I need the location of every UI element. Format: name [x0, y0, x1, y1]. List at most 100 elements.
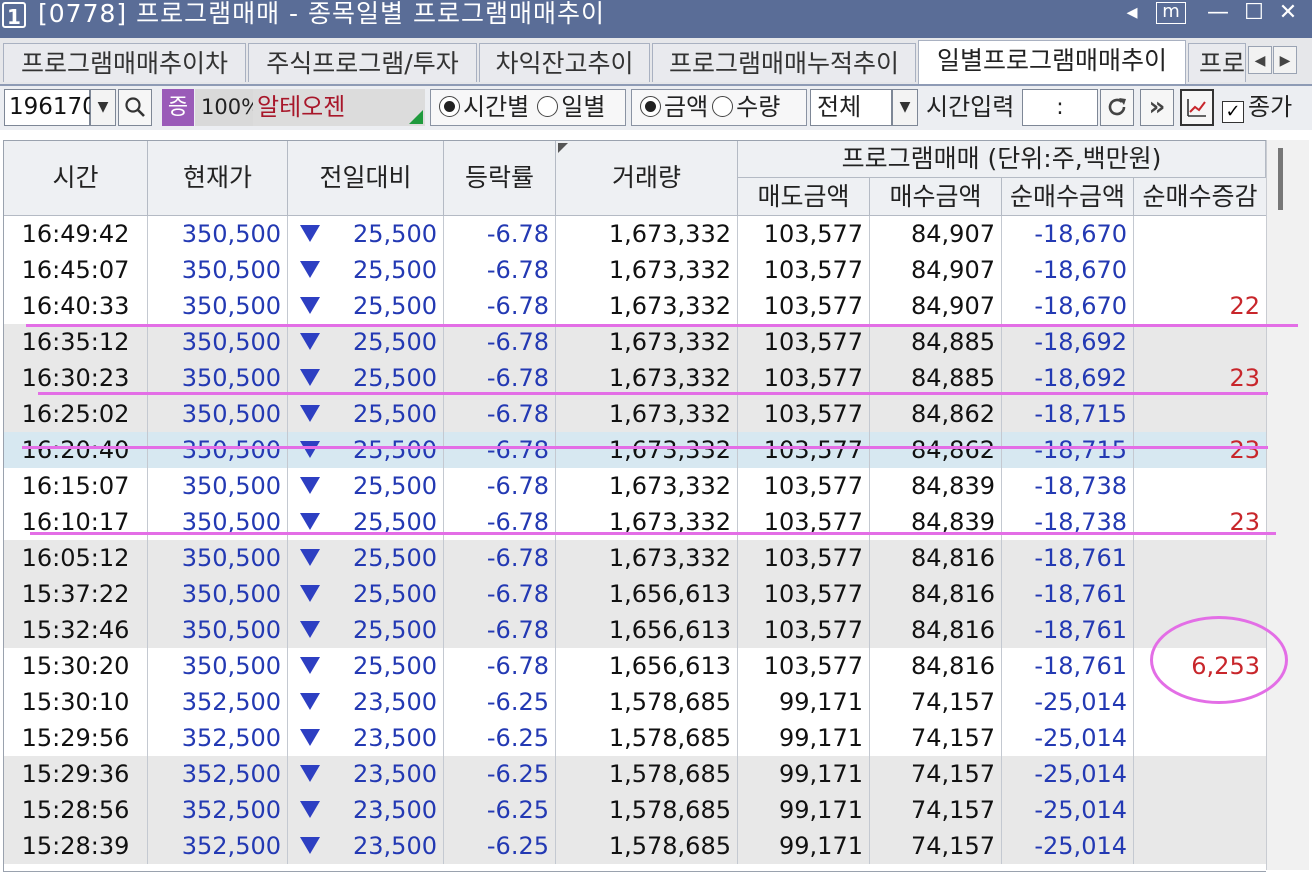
table-row[interactable]: 15:29:56 352,500 23,500 -6.25 1,578,685 99,17…: [4, 720, 1266, 756]
table-row[interactable]: 15:29:36 352,500 23,500 -6.25 1,578,685 99,17…: [4, 756, 1266, 792]
table-row[interactable]: 16:30:23 350,500 25,500 -6.78 1,673,332 103,5…: [4, 360, 1266, 396]
cell-delta: 22: [1229, 292, 1260, 320]
vertical-scrollbar[interactable]: [1266, 140, 1309, 870]
change-value: 25,500: [353, 328, 437, 356]
change-value: 25,500: [353, 364, 437, 392]
refresh-icon[interactable]: [1100, 89, 1134, 126]
cell-volume: 1,673,332: [556, 360, 738, 396]
tab-program-trend-diff[interactable]: 프로그램매매추이차: [3, 43, 246, 82]
radio-by-day[interactable]: 일별: [529, 93, 605, 121]
col-header-price[interactable]: 현재가: [148, 141, 288, 216]
table-row[interactable]: 15:32:46 350,500 25,500 -6.78 1,656,613 103,5…: [4, 612, 1266, 648]
close-price-toggle[interactable]: ✓ 종가: [1222, 89, 1292, 126]
tab-program-cumulative[interactable]: 프로그램매매누적추이: [652, 43, 916, 82]
table-row[interactable]: 15:28:56 352,500 23,500 -6.25 1,578,685 99,17…: [4, 792, 1266, 828]
cell-change: 23,500: [288, 684, 444, 720]
change-value: 25,500: [353, 436, 437, 464]
change-value: 23,500: [353, 832, 437, 860]
table-row[interactable]: 16:20:40 350,500 25,500 -6.78 1,673,332 103,5…: [4, 432, 1266, 468]
cell-sell: 103,577: [738, 324, 870, 360]
table-row[interactable]: 16:40:33 350,500 25,500 -6.78 1,673,332 103,5…: [4, 288, 1266, 324]
tab-scroll-right-icon[interactable]: ▶: [1273, 46, 1297, 74]
tab-stock-program-investor[interactable]: 주식프로그램/투자: [248, 43, 477, 82]
cell-price: 350,500: [148, 252, 288, 288]
down-triangle-icon: [300, 585, 320, 602]
col-header-sell[interactable]: 매도금액: [738, 178, 870, 216]
filter-select[interactable]: 전체: [810, 89, 892, 126]
cell-buy: 84,862: [870, 396, 1002, 432]
maximize-button[interactable]: ☐: [1240, 0, 1268, 30]
cell-buy: 74,157: [870, 756, 1002, 792]
cell-net: -18,670: [1002, 216, 1134, 252]
cell-price: 350,500: [148, 576, 288, 612]
time-input[interactable]: :: [1022, 89, 1098, 126]
table-row[interactable]: 15:37:22 350,500 25,500 -6.78 1,656,613 103,5…: [4, 576, 1266, 612]
col-header-volume[interactable]: 거래량: [556, 141, 738, 216]
cell-change: 23,500: [288, 756, 444, 792]
table-row[interactable]: 16:45:07 350,500 25,500 -6.78 1,673,332 103,5…: [4, 252, 1266, 288]
down-triangle-icon: [300, 513, 320, 530]
col-header-rate[interactable]: 등락률: [444, 141, 556, 216]
cell-time: 15:28:56: [4, 792, 148, 828]
col-header-time[interactable]: 시간: [4, 141, 148, 216]
radio-by-time[interactable]: 시간별: [431, 93, 529, 121]
col-header-net[interactable]: 순매수금액: [1002, 178, 1134, 216]
table-row[interactable]: 15:28:39 352,500 23,500 -6.25 1,578,685 99,17…: [4, 828, 1266, 864]
cell-rate: -6.78: [444, 612, 556, 648]
down-triangle-icon: [300, 693, 320, 710]
minimize-button[interactable]: —: [1204, 0, 1232, 30]
cell-sell: 103,577: [738, 396, 870, 432]
double-chevron-icon[interactable]: »: [1140, 89, 1174, 126]
annotation-line: [30, 532, 1276, 535]
tab-daily-program-trend[interactable]: 일별프로그램매매추이: [918, 40, 1186, 84]
change-value: 25,500: [353, 652, 437, 680]
cell-buy: 84,816: [870, 648, 1002, 684]
cell-buy: 84,885: [870, 324, 1002, 360]
table-row[interactable]: 16:35:12 350,500 25,500 -6.78 1,673,332 103,5…: [4, 324, 1266, 360]
cell-delta: 23: [1229, 364, 1260, 392]
search-icon[interactable]: [118, 89, 152, 126]
cell-buy: 84,816: [870, 540, 1002, 576]
scroll-thumb[interactable]: [1278, 148, 1283, 210]
cell-time: 16:40:33: [4, 288, 148, 324]
tab-program-more[interactable]: 프로그: [1188, 43, 1246, 82]
stock-code-dropdown-icon[interactable]: ▼: [90, 89, 116, 126]
tab-scroll-left-icon[interactable]: ◀: [1248, 46, 1272, 74]
col-header-change[interactable]: 전일대비: [288, 141, 444, 216]
radio-quantity[interactable]: 수량: [708, 93, 780, 121]
collapse-arrow-icon[interactable]: ◂: [1120, 0, 1144, 30]
cell-buy: 84,816: [870, 576, 1002, 612]
table-row[interactable]: 15:30:10 352,500 23,500 -6.25 1,578,685 99,17…: [4, 684, 1266, 720]
cell-net: -25,014: [1002, 756, 1134, 792]
cell-delta: [1134, 720, 1266, 756]
cell-buy: 84,907: [870, 288, 1002, 324]
cell-delta: 23: [1229, 436, 1260, 464]
table-row[interactable]: 15:30:20 350,500 25,500 -6.78 1,656,613 103,5…: [4, 648, 1266, 684]
down-triangle-icon: [300, 837, 320, 854]
table-row[interactable]: 16:49:42 350,500 25,500 -6.78 1,673,332 103,5…: [4, 216, 1266, 252]
radio-amount[interactable]: 금액: [632, 93, 708, 121]
cell-time: 15:30:10: [4, 684, 148, 720]
cell-rate: -6.25: [444, 792, 556, 828]
down-triangle-icon: [300, 549, 320, 566]
down-triangle-icon: [300, 765, 320, 782]
close-button[interactable]: ✕: [1274, 0, 1302, 30]
table-row[interactable]: 16:15:07 350,500 25,500 -6.78 1,673,332 103,5…: [4, 468, 1266, 504]
radio-on-icon: [640, 96, 661, 117]
stock-code-input[interactable]: 196170: [4, 89, 97, 126]
cell-change: 25,500: [288, 324, 444, 360]
cell-rate: -6.78: [444, 540, 556, 576]
cell-sell: 103,577: [738, 252, 870, 288]
down-triangle-icon: [300, 657, 320, 674]
chart-icon[interactable]: [1180, 89, 1214, 126]
table-row[interactable]: 16:25:02 350,500 25,500 -6.78 1,673,332 103,5…: [4, 396, 1266, 432]
col-header-buy[interactable]: 매수금액: [870, 178, 1002, 216]
tab-arbitrage-balance[interactable]: 차익잔고추이: [479, 43, 650, 82]
memo-icon[interactable]: m: [1156, 2, 1186, 24]
time-input-label: 시간입력: [926, 93, 1015, 121]
filter-dropdown-icon[interactable]: ▼: [892, 89, 918, 126]
col-header-delta[interactable]: 순매수증감: [1134, 178, 1266, 216]
radio-off-icon: [537, 96, 559, 117]
table-row[interactable]: 16:05:12 350,500 25,500 -6.78 1,673,332 103,5…: [4, 540, 1266, 576]
cell-rate: -6.78: [444, 288, 556, 324]
